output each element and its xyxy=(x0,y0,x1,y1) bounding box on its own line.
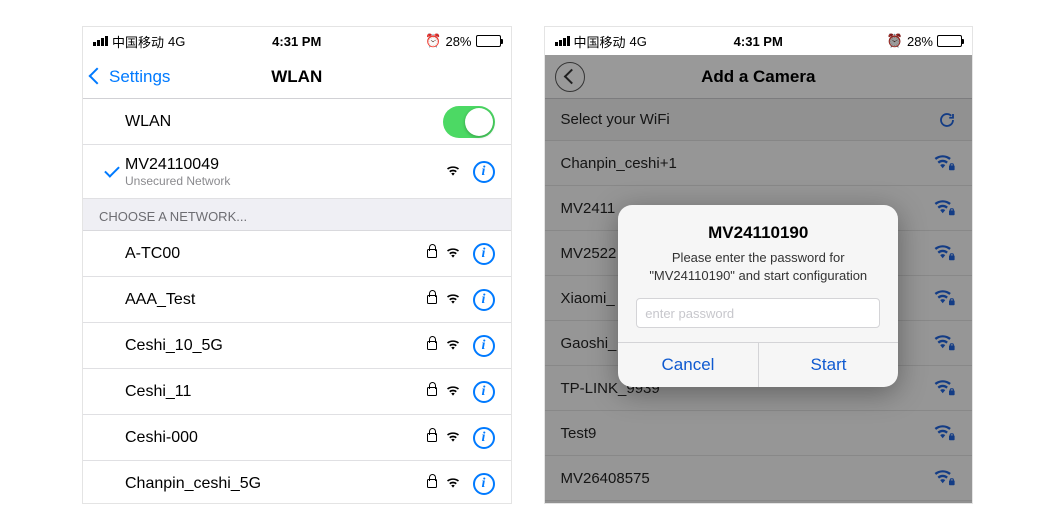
wifi-icon xyxy=(447,294,463,306)
info-button[interactable]: i xyxy=(473,243,495,265)
password-alert: MV24110190 Please enter the password for… xyxy=(618,205,898,387)
network-label: 4G xyxy=(168,34,185,49)
network-ssid: Ceshi_11 xyxy=(125,383,427,401)
lock-icon xyxy=(427,387,437,396)
phone-add-camera: 中国移动 4G 4:31 PM ⏰ 28% Add a Camera Selec… xyxy=(544,26,974,504)
alert-message: Please enter the password for "MV2411019… xyxy=(636,249,880,284)
network-ssid: AAA_Test xyxy=(125,291,427,309)
lock-icon xyxy=(427,479,437,488)
modal-overlay: MV24110190 Please enter the password for… xyxy=(545,27,973,503)
info-button[interactable]: i xyxy=(473,335,495,357)
nav-bar: Settings WLAN xyxy=(83,55,511,99)
network-row[interactable]: Ceshi-000 i xyxy=(83,415,511,461)
status-bar: 中国移动 4G 4:31 PM ⏰ 28% xyxy=(83,27,511,55)
network-ssid: A-TC00 xyxy=(125,245,427,263)
connected-network-row[interactable]: MV24110049 Unsecured Network i xyxy=(83,145,511,199)
back-label: Settings xyxy=(109,67,170,87)
wifi-icon xyxy=(447,386,463,398)
cancel-button[interactable]: Cancel xyxy=(618,343,758,387)
network-row[interactable]: Ceshi_10_5G i xyxy=(83,323,511,369)
choose-network-header: CHOOSE A NETWORK... xyxy=(83,199,511,231)
signal-bars-icon xyxy=(93,36,108,46)
connected-ssid: MV24110049 xyxy=(125,156,447,174)
back-button[interactable]: Settings xyxy=(91,67,170,87)
alert-title: MV24110190 xyxy=(636,223,880,243)
checkmark-icon xyxy=(104,162,120,178)
page-title: WLAN xyxy=(271,67,322,87)
connected-subtitle: Unsecured Network xyxy=(125,174,447,188)
start-button[interactable]: Start xyxy=(758,343,899,387)
wifi-icon xyxy=(447,432,463,444)
network-row[interactable]: Chanpin_ceshi_5G i xyxy=(83,461,511,503)
phone-wlan-settings: 中国移动 4G 4:31 PM ⏰ 28% Settings WLAN WLAN xyxy=(82,26,512,504)
wlan-toggle-row: WLAN xyxy=(83,99,511,145)
wlan-label: WLAN xyxy=(125,113,443,131)
lock-icon xyxy=(427,295,437,304)
lock-icon xyxy=(427,249,437,258)
network-row[interactable]: AAA_Test i xyxy=(83,277,511,323)
network-row[interactable]: A-TC00 i xyxy=(83,231,511,277)
wlan-toggle[interactable] xyxy=(443,106,495,138)
info-button[interactable]: i xyxy=(473,381,495,403)
password-input[interactable] xyxy=(636,298,880,328)
alarm-icon: ⏰ xyxy=(425,33,441,49)
battery-icon xyxy=(476,35,501,47)
network-ssid: Ceshi_10_5G xyxy=(125,337,427,355)
info-button[interactable]: i xyxy=(473,473,495,495)
carrier-label: 中国移动 xyxy=(112,32,164,51)
wifi-icon xyxy=(447,248,463,260)
wifi-icon xyxy=(447,478,463,490)
battery-pct: 28% xyxy=(445,34,471,49)
lock-icon xyxy=(427,433,437,442)
network-row[interactable]: Ceshi_11 i xyxy=(83,369,511,415)
lock-icon xyxy=(427,341,437,350)
info-button[interactable]: i xyxy=(473,289,495,311)
wifi-icon xyxy=(447,166,463,178)
network-ssid: Ceshi-000 xyxy=(125,429,427,447)
info-button[interactable]: i xyxy=(473,427,495,449)
wifi-icon xyxy=(447,340,463,352)
info-button[interactable]: i xyxy=(473,161,495,183)
network-ssid: Chanpin_ceshi_5G xyxy=(125,475,427,493)
chevron-left-icon xyxy=(91,67,107,87)
